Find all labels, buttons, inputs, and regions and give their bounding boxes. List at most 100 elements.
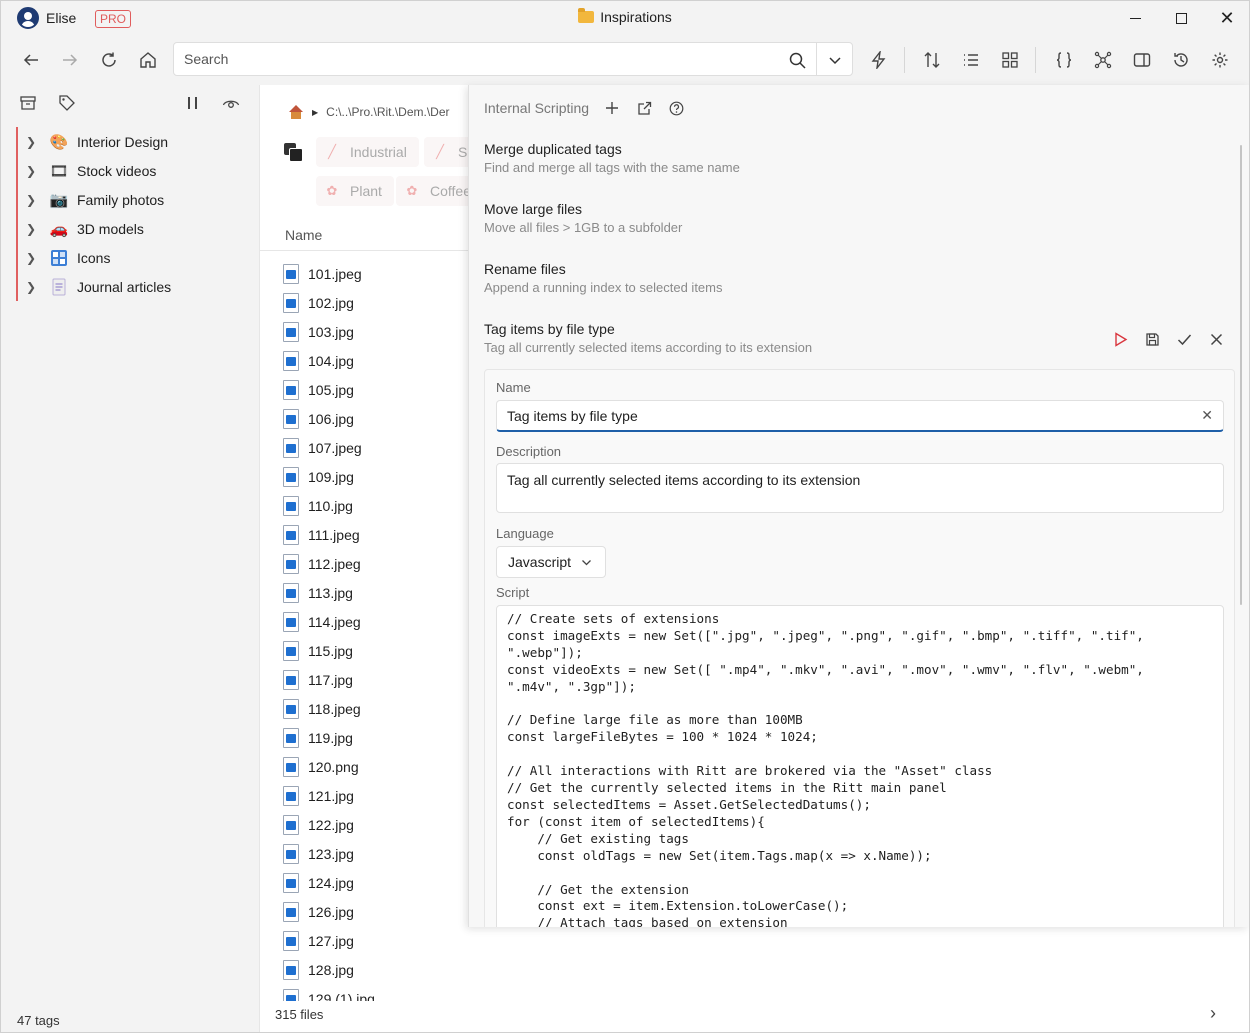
maximize-button[interactable] [1158,1,1204,35]
file-row[interactable]: 120.png [260,752,480,781]
file-row[interactable]: 123.jpg [260,839,480,868]
scripting-button[interactable] [1051,47,1077,73]
visibility-button[interactable] [219,91,243,115]
description-input[interactable]: Tag all currently selected items accordi… [496,463,1224,513]
settings-button[interactable] [1207,47,1233,73]
file-row[interactable]: 110.jpg [260,491,480,520]
file-row[interactable]: 109.jpg [260,462,480,491]
file-row[interactable]: 128.jpg [260,955,480,984]
chevron-right-icon[interactable]: ❯ [26,193,40,207]
clear-icon[interactable]: ✕ [1201,407,1213,424]
script-title: Merge duplicated tags [484,141,622,157]
history-button[interactable] [1168,47,1194,73]
file-row[interactable]: 117.jpg [260,665,480,694]
name-input[interactable] [507,401,1187,431]
chevron-right-icon[interactable]: ❯ [26,280,40,294]
refresh-button[interactable] [96,47,122,73]
file-row[interactable]: 115.jpg [260,636,480,665]
help-button[interactable] [667,99,685,117]
file-row[interactable]: 118.jpeg [260,694,480,723]
graph-button[interactable] [1090,47,1116,73]
file-row[interactable]: 113.jpg [260,578,480,607]
file-row[interactable]: 129 (1).jpg [260,984,480,1001]
file-row[interactable]: 121.jpg [260,781,480,810]
tags-button[interactable] [55,91,79,115]
file-row[interactable]: 106.jpg [260,404,480,433]
add-script-button[interactable] [603,99,621,117]
sort-button[interactable] [919,47,945,73]
brush-icon: ╱ [436,144,444,159]
file-row[interactable]: 112.jpeg [260,549,480,578]
code-editor[interactable]: // Create sets of extensions const image… [496,605,1224,927]
search-button[interactable] [784,47,810,73]
chevron-right-icon[interactable]: ❯ [26,135,40,149]
save-script-button[interactable] [1141,328,1163,350]
minimize-button[interactable] [1112,1,1158,35]
file-row[interactable]: 126.jpg [260,897,480,926]
tree-item-journal-articles[interactable]: ❯ Journal articles [18,272,256,301]
home-folder-icon[interactable] [288,105,304,119]
back-button[interactable] [18,47,44,73]
tag-chip-plant[interactable]: ✿ Plant [316,176,394,206]
split-view-button[interactable] [181,91,205,115]
script-item-merge-tags[interactable]: Merge duplicated tags Find and merge all… [484,141,1224,175]
close-window-button[interactable]: ✕ [1204,1,1249,35]
breadcrumb-path[interactable]: C:\..\Pro.\Rit.\Dem.\Der [326,105,449,119]
image-file-icon [283,901,299,922]
icons-icon [49,249,69,267]
history-icon [1174,53,1188,67]
script-item-move-large-files[interactable]: Move large files Move all files > 1GB to… [484,201,1224,235]
tree-item-interior-design[interactable]: ❯ 🎨 Interior Design [18,127,256,156]
language-select[interactable]: Javascript [496,546,606,578]
plus-icon [606,102,619,114]
tree-item-family-photos[interactable]: ❯ 📷 Family photos [18,185,256,214]
file-row[interactable]: 104.jpg [260,346,480,375]
script-item-rename-files[interactable]: Rename files Append a running index to s… [484,261,1224,295]
file-row[interactable]: 119.jpg [260,723,480,752]
tree-item-3d-models[interactable]: ❯ 🚗 3D models [18,214,256,243]
grid-view-button[interactable] [997,47,1023,73]
image-file-icon [283,640,299,661]
tree-item-stock-videos[interactable]: ❯ 🎞 Stock videos [18,156,256,185]
cancel-button[interactable] [1205,328,1227,350]
archive-icon [20,96,36,110]
confirm-button[interactable] [1173,328,1195,350]
search-input[interactable] [184,43,774,75]
chevron-right-icon[interactable]: ❯ [26,222,40,236]
file-name: 113.jpg [308,584,353,601]
chevron-right-icon[interactable]: ❯ [26,164,40,178]
panel-toggle-button[interactable] [1129,47,1155,73]
column-header-name[interactable]: Name [285,227,322,243]
caret-right-icon[interactable]: ▶ [312,108,318,117]
file-row[interactable]: 105.jpg [260,375,480,404]
open-external-button[interactable] [635,99,653,117]
forward-button[interactable] [57,47,83,73]
file-row[interactable]: 114.jpeg [260,607,480,636]
chevron-right-icon[interactable]: ❯ [26,251,40,265]
quick-action-button[interactable] [866,47,892,73]
tag-tree: ❯ 🎨 Interior Design ❯ 🎞 Stock videos ❯ 📷… [16,127,256,301]
file-row[interactable]: 103.jpg [260,317,480,346]
home-button[interactable] [135,47,161,73]
file-count: 315 files [275,1007,324,1022]
file-row[interactable]: 127.jpg [260,926,480,955]
file-row[interactable]: 111.jpeg [260,520,480,549]
file-row[interactable]: 122.jpg [260,810,480,839]
file-name: 120.png [308,758,359,775]
archive-button[interactable] [16,91,40,115]
file-row[interactable]: 102.jpg [260,288,480,317]
tree-item-icons[interactable]: ❯ Icons [18,243,256,272]
search-options-button[interactable] [822,47,848,73]
run-script-button[interactable] [1109,328,1131,350]
tag-chip-industrial[interactable]: ╱ Industrial [316,137,419,167]
list-view-button[interactable] [958,47,984,73]
panel-scrollbar[interactable] [1240,145,1242,605]
file-row[interactable]: 124.jpg [260,868,480,897]
stack-icon[interactable] [284,143,303,162]
file-row[interactable]: 101.jpeg [260,259,480,288]
code-text: // Create sets of extensions const image… [507,611,1144,927]
grid-icon [1002,52,1018,68]
chevron-down-icon [582,559,591,565]
chevron-right-icon[interactable]: › [1210,1003,1216,1024]
file-row[interactable]: 107.jpeg [260,433,480,462]
